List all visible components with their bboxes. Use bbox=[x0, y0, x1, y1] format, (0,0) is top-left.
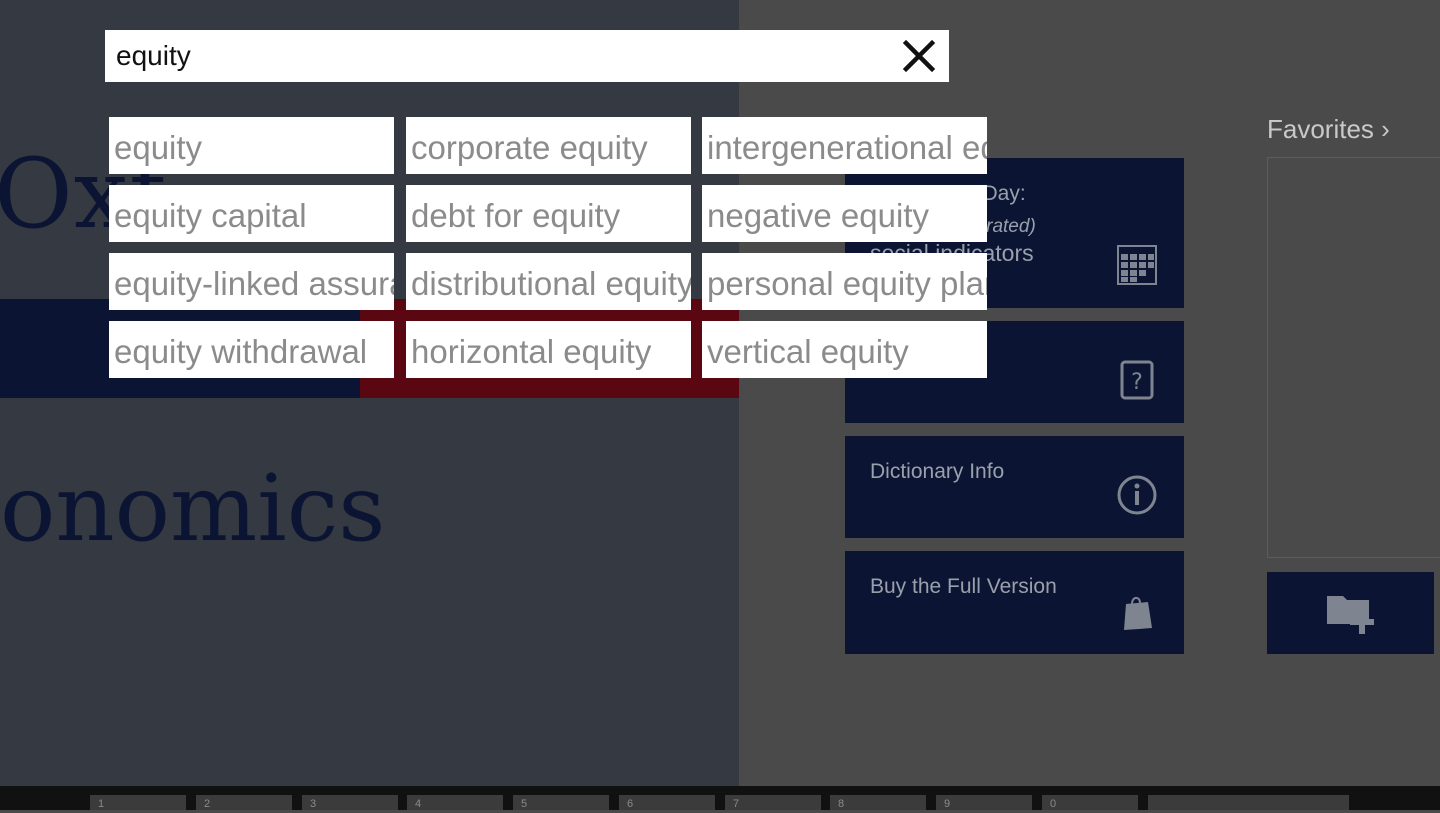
keyboard-key[interactable]: 2 bbox=[196, 795, 292, 810]
search-suggestion[interactable]: debt for equity bbox=[406, 185, 691, 242]
favorites-panel bbox=[1267, 157, 1440, 558]
search-suggestion[interactable]: equity capital bbox=[109, 185, 394, 242]
search-suggestion[interactable]: intergenerational equity bbox=[702, 117, 987, 174]
search-suggestion[interactable]: equity-linked assurance bbox=[109, 253, 394, 310]
search-suggestion[interactable]: horizontal equity bbox=[406, 321, 691, 378]
search-input[interactable] bbox=[116, 30, 886, 82]
close-icon[interactable] bbox=[899, 36, 939, 76]
svg-text:?: ? bbox=[1131, 370, 1143, 395]
dictionary-info-tile[interactable]: Dictionary Info bbox=[845, 436, 1184, 538]
keyboard-key[interactable]: 0 bbox=[1042, 795, 1138, 810]
dictionary-info-label: Dictionary Info bbox=[870, 460, 1005, 483]
search-suggestion[interactable]: negative equity bbox=[702, 185, 987, 242]
brand-title-bottom: onomics bbox=[0, 455, 386, 562]
keyboard-key[interactable]: 9 bbox=[936, 795, 1032, 810]
buy-full-version-label: Buy the Full Version bbox=[870, 575, 1057, 598]
calendar-icon bbox=[1117, 245, 1157, 285]
keyboard-key[interactable]: 8 bbox=[830, 795, 926, 810]
buy-full-version-tile[interactable]: Buy the Full Version bbox=[845, 551, 1184, 654]
search-suggestion[interactable]: distributional equity bbox=[406, 253, 691, 310]
add-folder-icon bbox=[1327, 596, 1374, 634]
keyboard-key[interactable]: 6 bbox=[619, 795, 715, 810]
keyboard-key[interactable]: 7 bbox=[725, 795, 821, 810]
search-suggestion[interactable]: personal equity plan bbox=[702, 253, 987, 310]
shopping-bag-icon bbox=[1124, 596, 1152, 630]
search-box bbox=[105, 30, 949, 82]
favorites-heading[interactable]: Favorites › bbox=[1267, 114, 1390, 145]
search-suggestion[interactable]: corporate equity bbox=[406, 117, 691, 174]
info-icon bbox=[1117, 475, 1157, 515]
keyboard-key[interactable]: 1 bbox=[90, 795, 186, 810]
add-folder-button[interactable] bbox=[1267, 572, 1434, 654]
search-suggestion[interactable]: equity bbox=[109, 117, 394, 174]
search-suggestion[interactable]: vertical equity bbox=[702, 321, 987, 378]
keyboard-key[interactable] bbox=[1148, 795, 1349, 810]
keyboard-key[interactable]: 4 bbox=[407, 795, 503, 810]
keyboard-key[interactable]: 3 bbox=[302, 795, 398, 810]
help-book-icon: ? bbox=[1120, 360, 1154, 400]
search-suggestion[interactable]: equity withdrawal bbox=[109, 321, 394, 378]
keyboard-key[interactable]: 5 bbox=[513, 795, 609, 810]
